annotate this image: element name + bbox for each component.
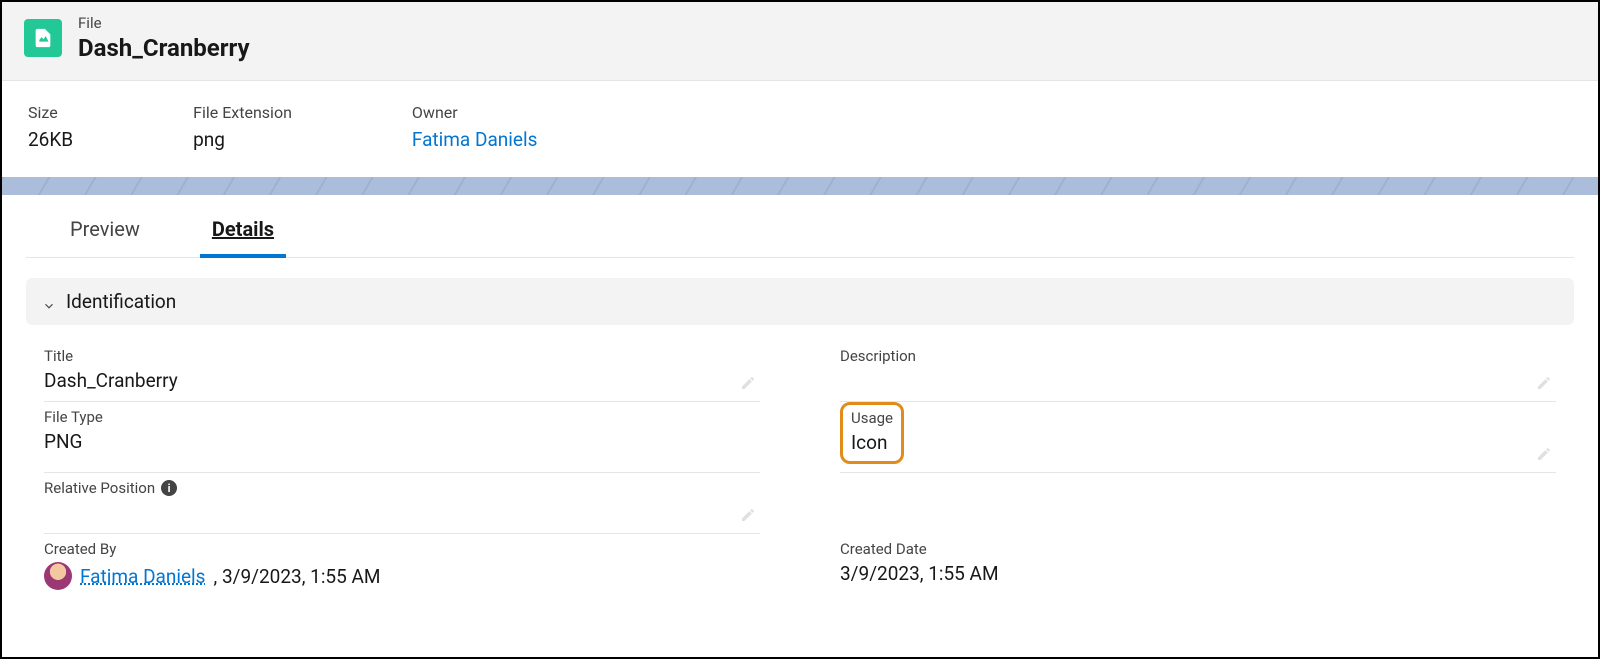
tab-details[interactable]: Details [212,195,274,257]
summary-bar: Size 26KB File Extension png Owner Fatim… [2,81,1598,177]
decorative-strip [2,177,1598,195]
extension-label: File Extension [193,103,292,122]
file-name-heading: Dash_Cranberry [78,34,250,62]
edit-relative-position-icon[interactable] [740,507,756,523]
usage-value: Icon [851,431,893,455]
description-label: Description [840,347,1556,365]
field-grid: Title Dash_Cranberry Description File Ty… [26,325,1574,598]
file-type-value: PNG [44,430,760,454]
section-header-identification[interactable]: Identification [26,278,1574,325]
usage-label: Usage [851,409,893,427]
section-title: Identification [66,290,176,313]
created-by-date: , 3/9/2023, 1:55 AM [214,565,381,588]
field-created-by: Created By Fatima Daniels , 3/9/2023, 1:… [44,534,760,598]
avatar-icon[interactable] [44,562,72,590]
page-header: File Dash_Cranberry [2,2,1598,81]
tab-preview[interactable]: Preview [70,195,140,257]
owner-link[interactable]: Fatima Daniels [412,128,538,151]
size-value: 26KB [28,128,73,151]
info-icon[interactable]: i [161,480,177,496]
file-type-icon [24,19,62,57]
field-usage: Usage Icon [840,402,1556,473]
edit-usage-icon[interactable] [1536,446,1552,462]
relative-position-value [44,501,760,525]
created-date-value: 3/9/2023, 1:55 AM [840,562,1556,586]
created-date-label: Created Date [840,540,1556,558]
summary-size: Size 26KB [28,103,73,151]
summary-extension: File Extension png [193,103,292,151]
file-type-label: File Type [44,408,760,426]
created-by-user-link[interactable]: Fatima Daniels [80,565,206,588]
field-file-type: File Type PNG [44,402,760,473]
extension-value: png [193,128,292,151]
tab-bar: Preview Details [26,195,1574,258]
summary-owner: Owner Fatima Daniels [412,103,538,151]
created-by-label: Created By [44,540,760,558]
title-value: Dash_Cranberry [44,369,760,393]
field-created-date: Created Date 3/9/2023, 1:55 AM [840,534,1556,598]
chevron-down-icon [42,295,56,309]
field-empty [840,473,1556,534]
owner-label: Owner [412,103,538,122]
field-title: Title Dash_Cranberry [44,341,760,402]
relative-position-label-text: Relative Position [44,479,155,497]
field-description: Description [840,341,1556,402]
edit-description-icon[interactable] [1536,375,1552,391]
usage-highlight: Usage Icon [840,402,904,464]
relative-position-label: Relative Position i [44,479,760,497]
section-identification: Identification Title Dash_Cranberry Desc… [26,278,1574,598]
record-type-label: File [78,14,250,32]
title-label: Title [44,347,760,365]
field-relative-position: Relative Position i [44,473,760,534]
edit-title-icon[interactable] [740,375,756,391]
description-value [840,369,1556,393]
size-label: Size [28,103,73,122]
